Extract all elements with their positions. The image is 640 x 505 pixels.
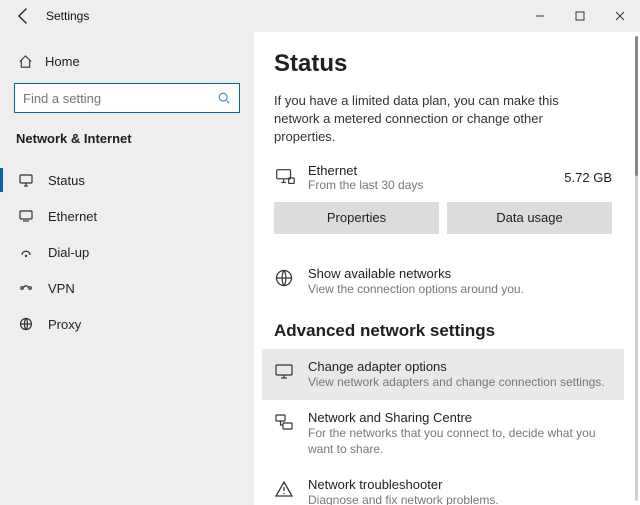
nav-label: VPN bbox=[48, 281, 75, 296]
change-adapter-option[interactable]: Change adapter options View network adap… bbox=[262, 349, 624, 400]
sharing-icon bbox=[274, 412, 294, 432]
option-title: Show available networks bbox=[308, 266, 524, 281]
sidebar-item-ethernet[interactable]: Ethernet bbox=[0, 198, 254, 234]
back-button[interactable] bbox=[14, 6, 34, 26]
option-title: Network troubleshooter bbox=[308, 477, 499, 492]
advanced-heading: Advanced network settings bbox=[274, 321, 612, 341]
nav-label: Proxy bbox=[48, 317, 81, 332]
data-usage-button[interactable]: Data usage bbox=[447, 202, 612, 234]
close-button[interactable] bbox=[600, 0, 640, 32]
search-icon bbox=[217, 91, 231, 105]
nav-label: Status bbox=[48, 173, 85, 188]
home-nav[interactable]: Home bbox=[0, 48, 254, 83]
ethernet-icon bbox=[18, 208, 34, 224]
sidebar: Home Network & Internet Status Ethernet … bbox=[0, 32, 254, 505]
nav-label: Dial-up bbox=[48, 245, 89, 260]
connection-usage: 5.72 GB bbox=[564, 170, 612, 185]
scrollbar[interactable] bbox=[635, 36, 638, 501]
home-label: Home bbox=[45, 54, 80, 69]
status-icon bbox=[18, 172, 34, 188]
globe-icon bbox=[274, 268, 294, 288]
sidebar-item-dialup[interactable]: Dial-up bbox=[0, 234, 254, 270]
titlebar: Settings bbox=[0, 0, 640, 32]
properties-button[interactable]: Properties bbox=[274, 202, 439, 234]
connection-period: From the last 30 days bbox=[308, 178, 552, 192]
show-networks-option[interactable]: Show available networks View the connect… bbox=[274, 256, 612, 307]
network-sharing-option[interactable]: Network and Sharing Centre For the netwo… bbox=[274, 400, 612, 467]
home-icon bbox=[18, 54, 33, 69]
nav-label: Ethernet bbox=[48, 209, 97, 224]
page-description: If you have a limited data plan, you can… bbox=[274, 92, 594, 147]
search-box[interactable] bbox=[14, 83, 240, 113]
option-sub: For the networks that you connect to, de… bbox=[308, 425, 612, 457]
troubleshooter-option[interactable]: Network troubleshooter Diagnose and fix … bbox=[274, 467, 612, 505]
warning-icon bbox=[274, 479, 294, 499]
minimize-button[interactable] bbox=[520, 0, 560, 32]
search-input[interactable] bbox=[23, 91, 217, 106]
sidebar-item-proxy[interactable]: Proxy bbox=[0, 306, 254, 342]
pc-icon bbox=[274, 166, 296, 188]
option-sub: Diagnose and fix network problems. bbox=[308, 492, 499, 505]
connection-row: Ethernet From the last 30 days 5.72 GB bbox=[274, 163, 612, 192]
connection-name: Ethernet bbox=[308, 163, 552, 178]
option-title: Network and Sharing Centre bbox=[308, 410, 612, 425]
monitor-icon bbox=[274, 361, 294, 381]
option-sub: View network adapters and change connect… bbox=[308, 374, 605, 390]
option-sub: View the connection options around you. bbox=[308, 281, 524, 297]
dialup-icon bbox=[18, 244, 34, 260]
proxy-icon bbox=[18, 316, 34, 332]
window-title: Settings bbox=[46, 9, 89, 23]
main-panel: Status If you have a limited data plan, … bbox=[254, 32, 640, 505]
section-label: Network & Internet bbox=[0, 131, 254, 162]
sidebar-item-vpn[interactable]: VPN bbox=[0, 270, 254, 306]
option-title: Change adapter options bbox=[308, 359, 605, 374]
page-title: Status bbox=[274, 50, 612, 78]
maximize-button[interactable] bbox=[560, 0, 600, 32]
vpn-icon bbox=[18, 280, 34, 296]
sidebar-item-status[interactable]: Status bbox=[0, 162, 254, 198]
